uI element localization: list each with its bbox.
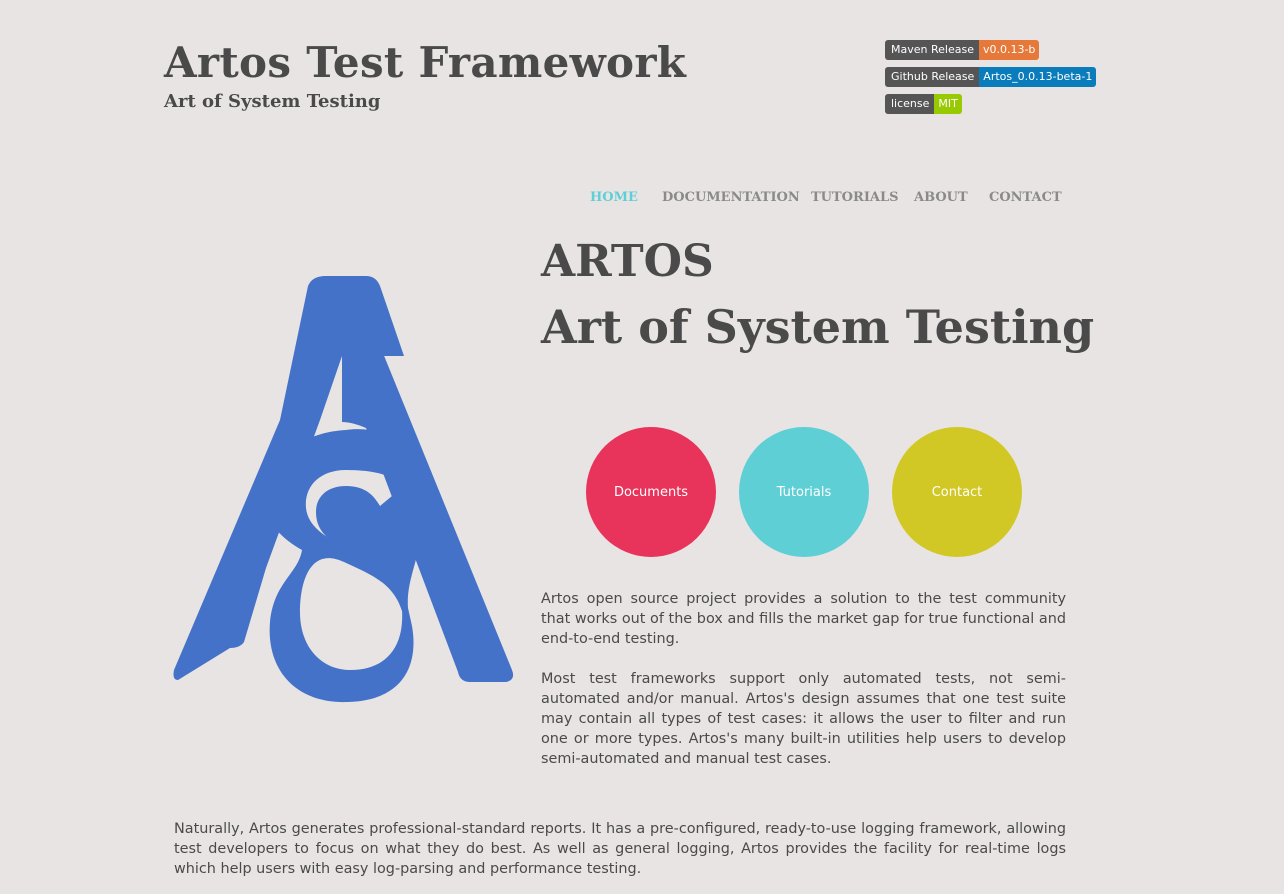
hero-title: ARTOS (541, 236, 714, 287)
badge-value: v0.0.13-b (978, 40, 1040, 60)
badge-value: MIT (934, 94, 962, 114)
design-paragraph: Most test frameworks support only automa… (541, 671, 1066, 767)
nav-contact[interactable]: CONTACT (989, 190, 1062, 205)
nav-documentation[interactable]: DOCUMENTATION (662, 190, 800, 205)
license-badge[interactable]: license MIT (885, 94, 962, 114)
site-tagline: Art of System Testing (164, 91, 381, 112)
badge-label: license (885, 94, 935, 114)
nav-home[interactable]: HOME (590, 190, 638, 205)
github-release-badge[interactable]: Github Release Artos_0.0.13-beta-1 (885, 67, 1097, 87)
documents-button[interactable]: Documents (586, 427, 716, 557)
nav-tutorials[interactable]: TUTORIALS (811, 190, 899, 205)
intro-paragraph: Artos open source project provides a sol… (541, 591, 1066, 647)
contact-button[interactable]: Contact (892, 427, 1022, 557)
badge-label: Maven Release (885, 40, 979, 60)
artos-logo-icon (173, 276, 514, 703)
nav-about[interactable]: ABOUT (914, 190, 968, 205)
reports-paragraph: Naturally, Artos generates professional-… (174, 821, 1066, 877)
maven-release-badge[interactable]: Maven Release v0.0.13-b (885, 40, 1040, 60)
hero-subtitle: Art of System Testing (541, 300, 1095, 354)
tutorials-button[interactable]: Tutorials (739, 427, 869, 557)
badge-label: Github Release (885, 67, 980, 87)
badge-value: Artos_0.0.13-beta-1 (979, 67, 1097, 87)
site-title: Artos Test Framework (164, 38, 687, 87)
